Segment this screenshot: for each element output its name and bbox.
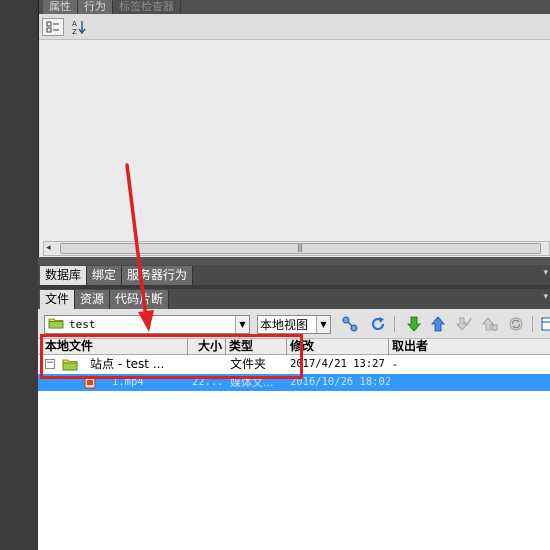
folder-icon: [62, 358, 78, 374]
files-panel-menu-icon[interactable]: ▾: [543, 292, 548, 302]
column-header-checked-out[interactable]: 取出者: [389, 339, 550, 355]
view-select-value: 本地视图: [260, 318, 309, 332]
svg-text:A: A: [72, 20, 77, 28]
file-size: [188, 356, 224, 373]
horizontal-scrollbar[interactable]: ◂ |||: [43, 241, 550, 256]
tab-tag-inspector[interactable]: 标签检查器: [113, 0, 181, 14]
folder-icon: [48, 317, 64, 332]
column-header-local-files[interactable]: 本地文件: [42, 339, 188, 355]
check-out-icon[interactable]: [455, 315, 473, 333]
view-select[interactable]: 本地视图 ▼: [257, 315, 331, 334]
file-type: 媒体文...: [230, 376, 274, 389]
properties-panel: 属性 行为 标签检查器 A Z ◂ |||: [38, 0, 550, 265]
get-down-arrow-icon[interactable]: [405, 315, 423, 333]
file-size: 22...: [192, 376, 224, 388]
collapse-icon[interactable]: −: [45, 359, 55, 369]
sort-az-icon[interactable]: A Z: [70, 18, 88, 36]
properties-tab-bar: 属性 行为 标签检查器: [39, 0, 550, 14]
database-tab-bar: 数据库 绑定 服务器行为 ▾: [38, 265, 550, 285]
left-dock-strip: [0, 0, 38, 550]
toolbar-separator: [532, 316, 533, 332]
tab-behaviors[interactable]: 行为: [78, 0, 113, 14]
tab-files[interactable]: 文件: [40, 290, 76, 309]
tab-bindings[interactable]: 绑定: [87, 266, 123, 285]
file-type: 文件夹: [230, 357, 267, 371]
files-tab-bar: 文件 资源 代码片断 ▾: [38, 289, 550, 309]
properties-content-area: [39, 40, 550, 240]
files-toolbar: test ▼ 本地视图 ▼: [38, 309, 550, 339]
file-checked-out: -: [393, 358, 397, 371]
panel-menu-icon[interactable]: ▾: [543, 268, 548, 278]
refresh-icon[interactable]: [369, 315, 387, 333]
expand-icon[interactable]: [538, 315, 550, 333]
chevron-down-icon[interactable]: ▼: [235, 316, 249, 333]
column-header-type[interactable]: 类型: [226, 339, 287, 355]
file-checked-out: [393, 374, 423, 391]
media-file-icon: [84, 376, 96, 392]
scroll-grip-icon: |||: [297, 243, 303, 252]
column-header-modified[interactable]: 修改: [287, 339, 389, 355]
tab-snippets[interactable]: 代码片断: [110, 290, 170, 309]
file-name: 1.mp4: [112, 376, 144, 388]
properties-toolbar: A Z: [39, 14, 550, 40]
scrollbar-thumb[interactable]: |||: [60, 243, 541, 254]
sync-icon[interactable]: [507, 315, 525, 333]
tab-properties[interactable]: 属性: [43, 0, 78, 14]
category-view-icon[interactable]: [42, 17, 64, 36]
table-row[interactable]: 1.mp4 22... 媒体文... 2016/10/26 18:02: [38, 374, 550, 391]
chevron-down-icon[interactable]: ▼: [316, 316, 330, 333]
put-up-arrow-icon[interactable]: [429, 315, 447, 333]
tab-database[interactable]: 数据库: [40, 266, 88, 285]
file-name: 站点 - test ...: [90, 357, 165, 371]
toolbar-separator: [394, 316, 395, 332]
panel-divider[interactable]: [38, 257, 550, 265]
scroll-left-icon[interactable]: ◂: [46, 243, 51, 253]
file-list-table: 本地文件 大小 类型 修改 取出者 − 站点 - test ... 文件夹 20…: [38, 339, 550, 550]
connect-icon[interactable]: [341, 315, 359, 333]
site-select-value: test: [69, 318, 96, 331]
check-in-icon[interactable]: [481, 315, 499, 333]
column-header-size[interactable]: 大小: [188, 339, 226, 355]
file-modified: 2016/10/26 18:02: [290, 376, 390, 388]
tab-server-behaviors[interactable]: 服务器行为: [122, 266, 194, 285]
file-modified: 2017/4/21 13:27: [290, 358, 385, 370]
table-header: 本地文件 大小 类型 修改 取出者: [38, 339, 550, 355]
site-select[interactable]: test ▼: [44, 315, 250, 334]
table-row[interactable]: − 站点 - test ... 文件夹 2017/4/21 13:27 -: [38, 356, 550, 373]
svg-text:Z: Z: [72, 28, 77, 35]
tab-assets[interactable]: 资源: [75, 290, 111, 309]
